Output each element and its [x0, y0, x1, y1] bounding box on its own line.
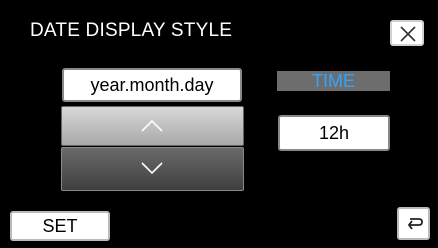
date-format-value[interactable]: year.month.day: [62, 68, 242, 102]
set-button[interactable]: SET: [10, 211, 110, 241]
time-label: TIME: [277, 71, 390, 91]
chevron-up-icon: [141, 119, 163, 132]
page-title: DATE DISPLAY STYLE: [30, 20, 233, 41]
date-format-up-button[interactable]: [61, 106, 244, 146]
close-button[interactable]: [390, 20, 424, 46]
close-icon: [400, 26, 416, 42]
date-format-down-button[interactable]: [61, 147, 244, 191]
back-button[interactable]: [397, 207, 430, 240]
return-arrow-icon: [407, 218, 423, 230]
date-display-style-screen: DATE DISPLAY STYLE year.month.day TIME 1…: [0, 0, 438, 248]
chevron-down-icon: [141, 162, 163, 175]
hour-format-button[interactable]: 12h: [278, 115, 390, 151]
